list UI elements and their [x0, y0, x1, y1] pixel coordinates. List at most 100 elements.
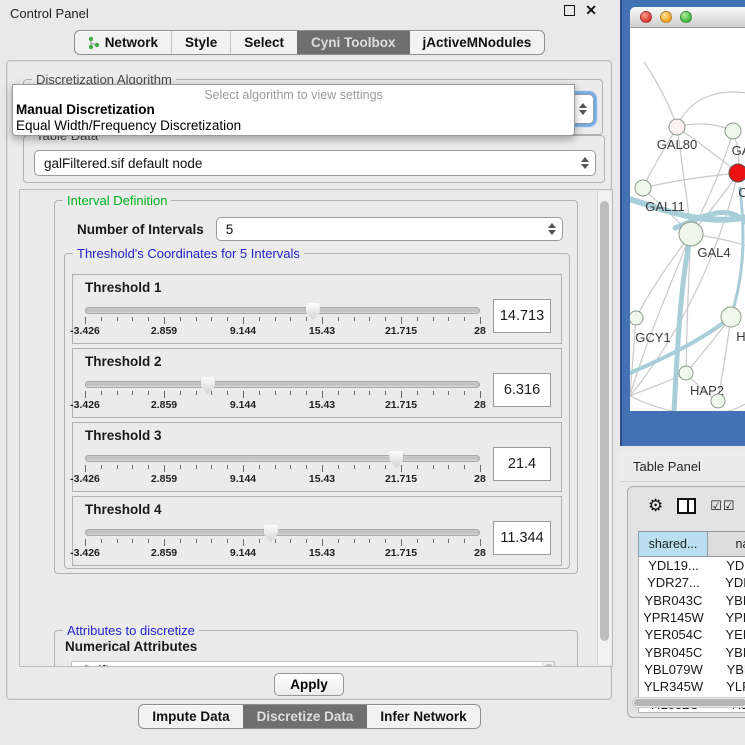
tick-mark — [322, 391, 323, 398]
tick-mark — [464, 391, 465, 395]
network-node-gal80[interactable] — [669, 119, 685, 135]
tick-mark — [132, 391, 133, 395]
tick-mark — [148, 391, 149, 395]
tick-mark — [259, 465, 260, 469]
tab-label: Discretize Data — [257, 709, 354, 724]
apply-button[interactable]: Apply — [274, 673, 344, 696]
tick-label: 15.43 — [309, 325, 335, 337]
bottom-tab-infer-network[interactable]: Infer Network — [366, 705, 479, 728]
tab-label: Select — [244, 35, 284, 50]
tick-mark — [243, 465, 244, 472]
mac-minimize-icon[interactable] — [660, 11, 672, 23]
tick-mark — [433, 539, 434, 543]
tick-mark — [196, 465, 197, 469]
tick-mark — [85, 317, 86, 324]
tick-labels: -3.4262.8599.14415.4321.71528 — [85, 547, 480, 559]
bottom-tab-discretize-data[interactable]: Discretize Data — [243, 705, 367, 728]
column-header-name[interactable]: na — [708, 531, 745, 557]
tick-mark — [211, 317, 212, 321]
tick-mark — [132, 465, 133, 469]
network-node-ga[interactable] — [725, 123, 741, 139]
tab-label: Network — [105, 35, 158, 50]
network-node-hap2[interactable] — [679, 366, 693, 380]
tick-mark — [132, 317, 133, 321]
table-cell: YER054C — [639, 627, 708, 642]
checkbox-checked-icons[interactable]: ☑☑ — [710, 498, 735, 514]
network-node-gal4[interactable] — [679, 222, 703, 246]
popup-option-equal-width-frequency-discretization[interactable]: Equal Width/Frequency Discretization — [13, 118, 574, 134]
top-tabbar: Network Style Select Cyni ToolboxjActiveMNo… — [0, 30, 619, 55]
tick-label: 9.144 — [230, 473, 256, 485]
tick-mark — [385, 317, 386, 321]
number-of-intervals-combobox[interactable]: 5 — [216, 217, 563, 241]
tab-jactivemnodules[interactable]: jActiveMNodules — [409, 31, 545, 54]
popup-hint: Select algorithm to view settings — [13, 85, 574, 102]
threshold-label: Threshold 1 — [85, 280, 162, 295]
tick-mark — [369, 465, 370, 469]
tick-mark — [417, 317, 418, 321]
threshold-value-field[interactable]: 21.4 — [493, 447, 551, 481]
table-row[interactable]: YBL079WYBL0 — [639, 661, 745, 678]
horizontal-scrollbar[interactable] — [632, 697, 745, 708]
network-node-gcy1[interactable] — [630, 311, 643, 325]
table-row[interactable]: YDL19...YDL1 — [639, 557, 745, 574]
tick-mark — [275, 539, 276, 543]
vertical-scrollbar[interactable] — [597, 191, 611, 665]
tab-network[interactable]: Network — [75, 31, 171, 54]
float-window-icon[interactable] — [564, 5, 575, 16]
popup-option-manual-discretization[interactable]: Manual Discretization — [13, 102, 574, 118]
threshold-value-field[interactable]: 11.344 — [493, 521, 551, 555]
threshold-slider[interactable]: -3.4262.8599.14415.4321.71528 — [85, 521, 480, 559]
tick-label: -3.426 — [70, 547, 100, 559]
network-node-gal11[interactable] — [635, 180, 651, 196]
slider-track[interactable] — [85, 307, 480, 314]
table-row[interactable]: YBR043CYBR0 — [639, 592, 745, 609]
table-data-combobox[interactable]: galFiltered.sif default node — [34, 150, 596, 176]
table-cell: YDL1 — [708, 558, 745, 573]
network-node-c[interactable] — [729, 164, 745, 182]
tab-cyni-toolbox[interactable]: Cyni Toolbox — [297, 31, 409, 54]
attribute-item-selfloops[interactable]: SelfLoops — [72, 662, 554, 667]
tab-label: Impute Data — [152, 709, 229, 724]
bottom-tab-impute-data[interactable]: Impute Data — [139, 705, 242, 728]
mac-zoom-icon[interactable] — [680, 11, 692, 23]
threshold-value-field[interactable]: 6.316 — [493, 373, 551, 407]
tick-mark — [369, 317, 370, 321]
threshold-slider[interactable]: -3.4262.8599.14415.4321.71528 — [85, 447, 480, 485]
list-scrollbar[interactable] — [542, 662, 554, 667]
tab-select[interactable]: Select — [230, 31, 297, 54]
tick-label: 21.715 — [385, 547, 417, 559]
tick-mark — [148, 539, 149, 543]
split-columns-icon[interactable] — [677, 498, 696, 514]
close-icon[interactable]: ✕ — [585, 5, 597, 16]
tick-mark — [275, 317, 276, 321]
threshold-slider[interactable]: -3.4262.8599.14415.4321.71528 — [85, 373, 480, 411]
table-row[interactable]: YPR145WYPR1 — [639, 609, 745, 626]
table-row[interactable]: YLR345WYLR3 — [639, 678, 745, 695]
network-node[interactable] — [711, 394, 725, 408]
slider-track[interactable] — [85, 455, 480, 462]
tick-mark — [401, 539, 402, 546]
threshold-panel: Threshold 4-3.4262.8599.14415.4321.71528… — [72, 496, 562, 566]
column-header-shared-name[interactable]: shared... — [638, 531, 708, 557]
tick-label: 21.715 — [385, 473, 417, 485]
slider-track[interactable] — [85, 381, 480, 388]
slider-track[interactable] — [85, 529, 480, 536]
table-cell: YBR043C — [639, 593, 708, 608]
threshold-slider[interactable]: -3.4262.8599.14415.4321.71528 — [85, 299, 480, 337]
threshold-value-field[interactable]: 14.713 — [493, 299, 551, 333]
tick-mark — [433, 391, 434, 395]
table-row[interactable]: YER054CYER0 — [639, 626, 745, 643]
tick-mark — [290, 317, 291, 321]
gear-icon[interactable]: ⚙ — [648, 498, 663, 514]
tab-style[interactable]: Style — [171, 31, 230, 54]
network-view-canvas[interactable]: GAL80GACGAL11GAL4GCY1HHAP2 — [630, 28, 745, 411]
table-cell: YLR345W — [639, 679, 708, 694]
network-node-h[interactable] — [721, 307, 741, 327]
table-row[interactable]: YDR27...YDR2 — [639, 574, 745, 591]
mac-close-icon[interactable] — [640, 11, 652, 23]
group-title: Interval Definition — [63, 193, 171, 208]
table-cell: YPR145W — [639, 610, 708, 625]
threshold-body: -3.4262.8599.14415.4321.71528 14.713 — [85, 299, 551, 337]
table-row[interactable]: YBR045CYBR0 — [639, 643, 745, 660]
